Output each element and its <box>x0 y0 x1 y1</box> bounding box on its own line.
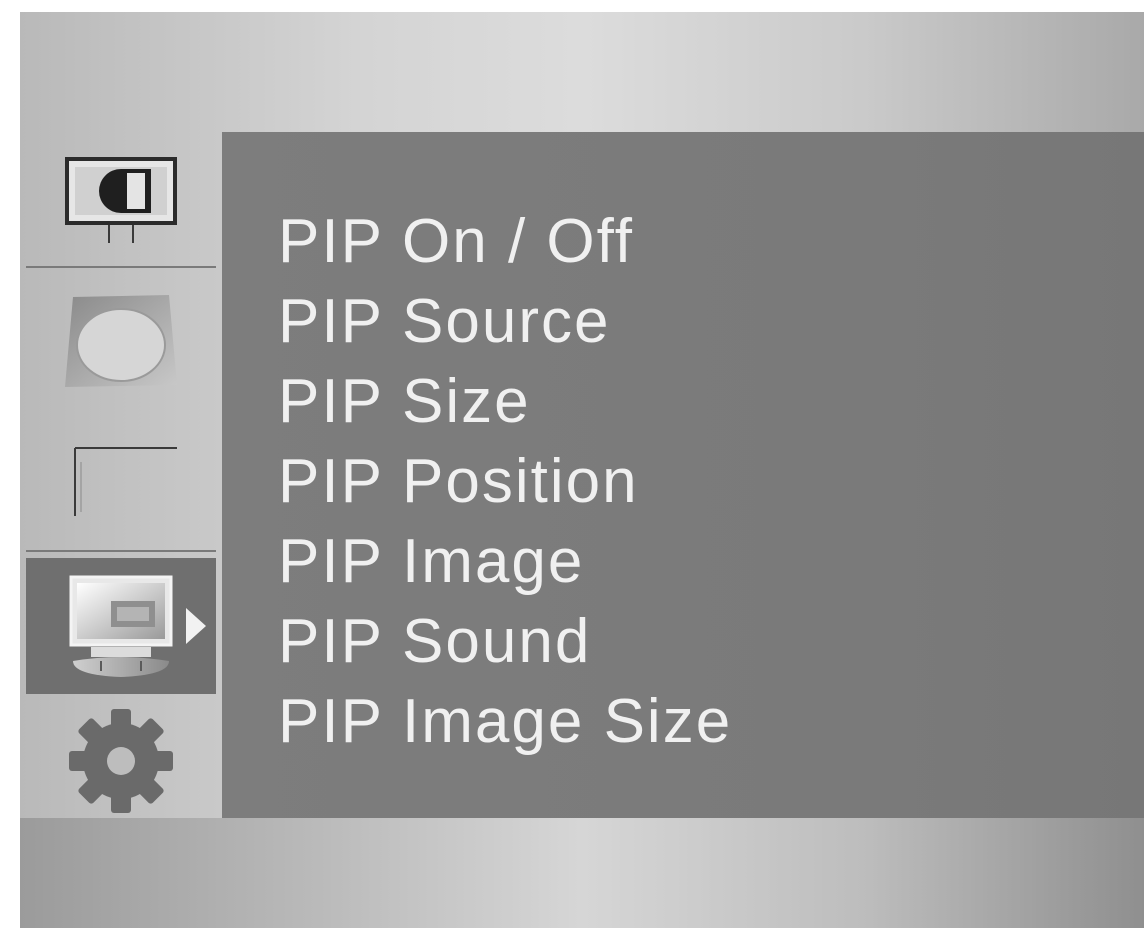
tab-setup[interactable] <box>26 694 216 830</box>
picture-monitor-icon <box>65 157 177 243</box>
menu-item-pip-image-size[interactable]: PIP Image Size <box>278 682 732 762</box>
menu-item-pip-source[interactable]: PIP Source <box>278 282 732 362</box>
category-sidebar <box>20 132 220 830</box>
pip-menu-list: PIP On / Off PIP Source PIP Size PIP Pos… <box>278 202 732 762</box>
pip-monitor-icon <box>69 575 173 677</box>
menu-item-pip-image[interactable]: PIP Image <box>278 522 732 602</box>
gear-icon <box>69 709 173 813</box>
tab-geometry[interactable] <box>26 272 216 408</box>
triangle-right-icon <box>186 608 206 644</box>
pip-menu-panel: PIP On / Off PIP Source PIP Size PIP Pos… <box>222 132 1144 822</box>
screen-geometry-icon <box>65 295 177 387</box>
screen-position-icon <box>74 447 177 516</box>
menu-item-pip-on-off[interactable]: PIP On / Off <box>278 202 732 282</box>
tab-position[interactable] <box>26 416 216 552</box>
osd-frame: PIP On / Off PIP Source PIP Size PIP Pos… <box>20 12 1144 928</box>
tab-picture[interactable] <box>26 132 216 268</box>
menu-item-pip-size[interactable]: PIP Size <box>278 362 732 442</box>
menu-item-pip-sound[interactable]: PIP Sound <box>278 602 732 682</box>
tab-pip[interactable] <box>26 558 216 694</box>
menu-item-pip-position[interactable]: PIP Position <box>278 442 732 522</box>
